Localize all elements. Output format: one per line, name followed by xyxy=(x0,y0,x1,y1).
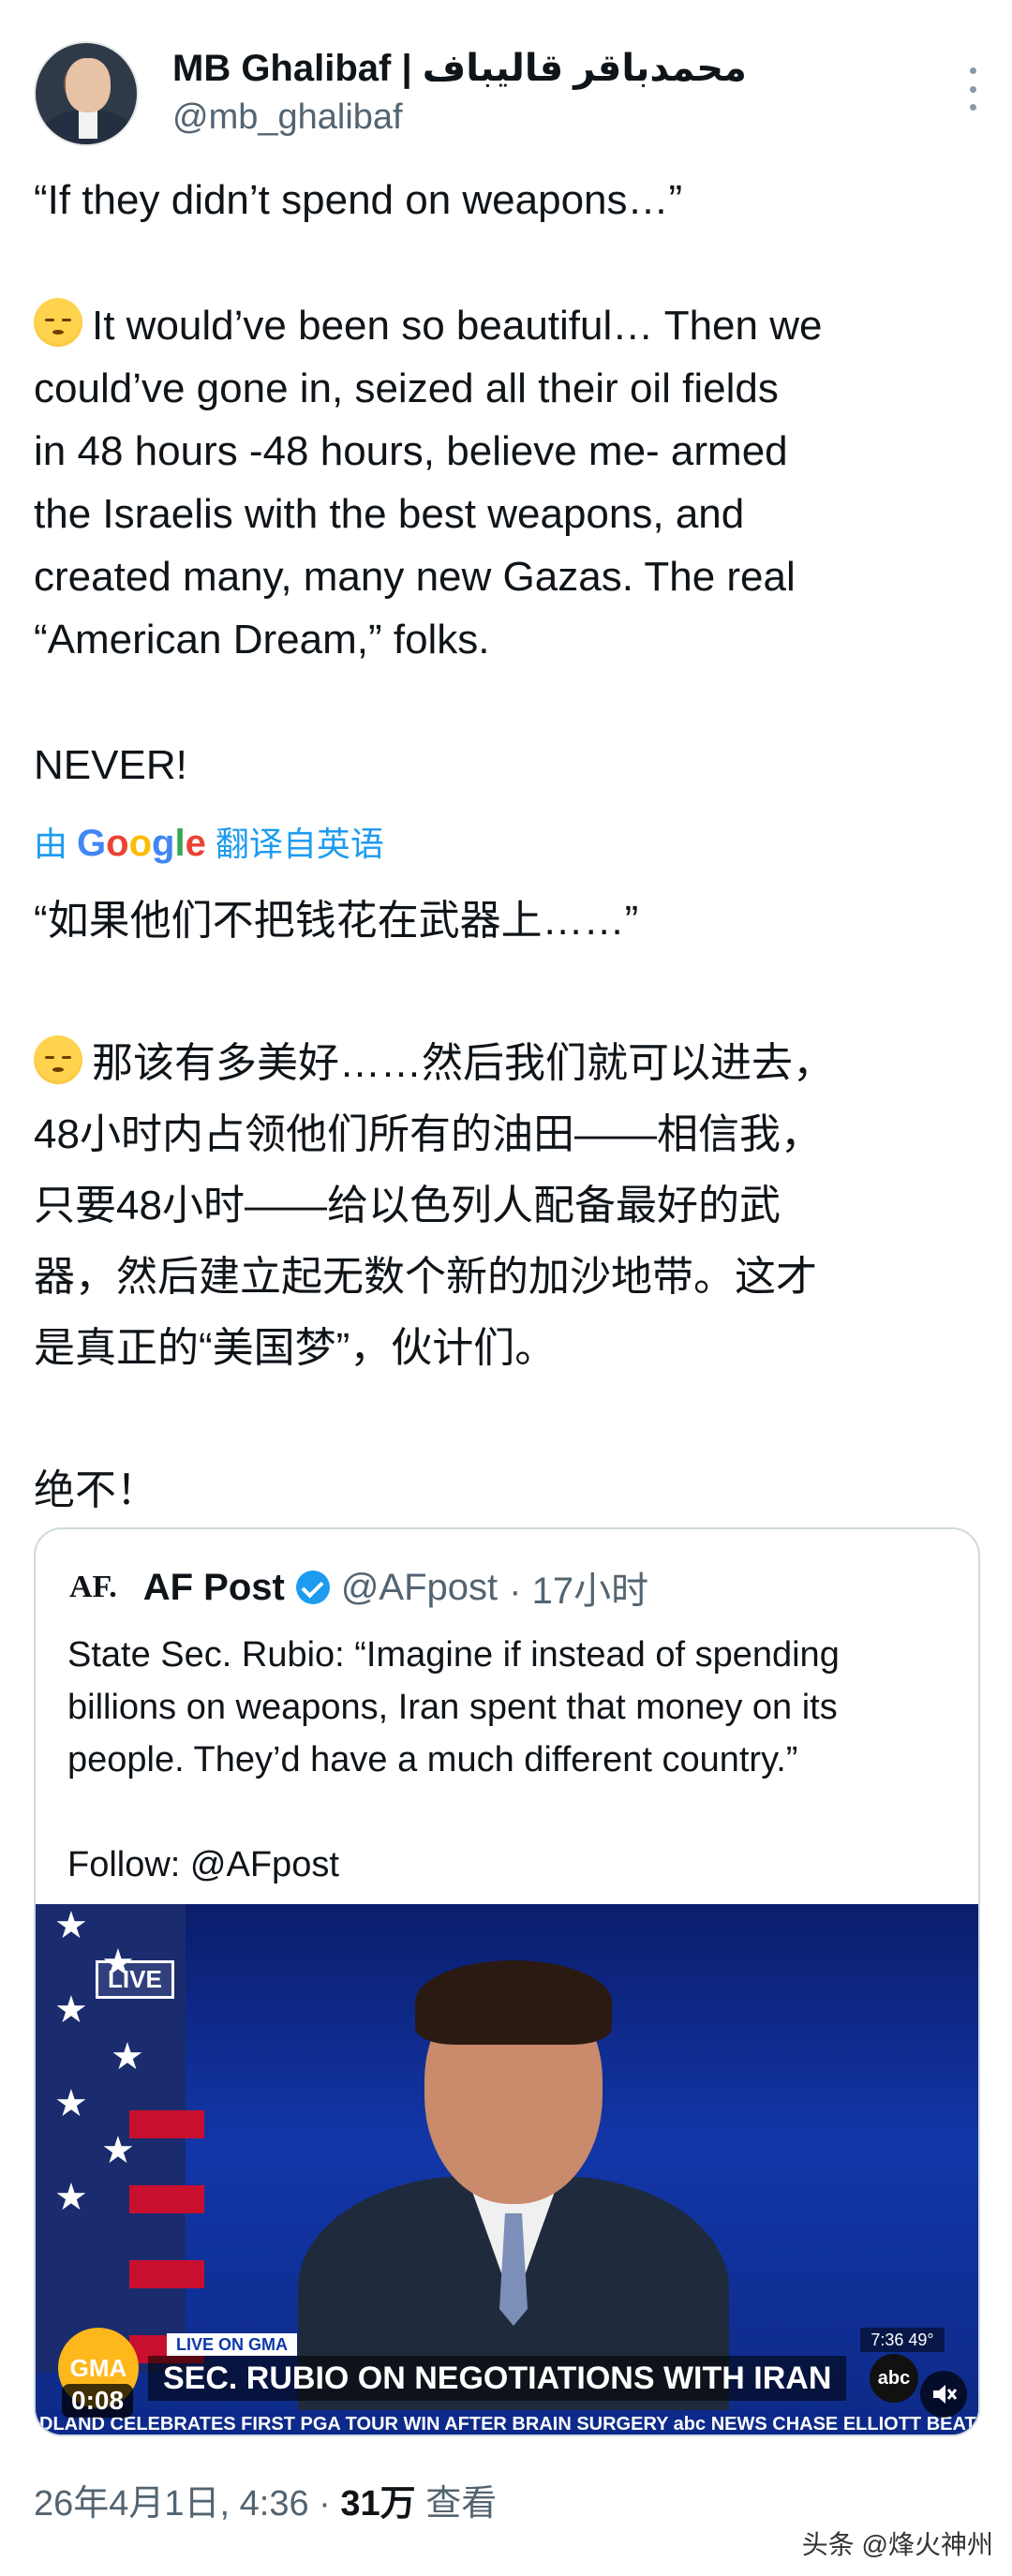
tweet-header: MB Ghalibaf | محمدباقر قالیباف @mb_ghali… xyxy=(34,34,980,165)
abc-logo: abc xyxy=(870,2354,918,2403)
live-badge: LIVE xyxy=(96,1960,174,1999)
tweet-line: “American Dream,” folks. xyxy=(34,617,490,663)
tweet-line: created many, many new Gazas. The real xyxy=(34,554,796,600)
speaker-muted-icon xyxy=(933,2385,958,2404)
news-ticker: DLAND CELEBRATES FIRST PGA TOUR WIN AFTE… xyxy=(36,2410,978,2435)
quoted-tweet-time: · 17小时 xyxy=(509,1571,649,1612)
author-avatar[interactable] xyxy=(34,41,139,146)
verified-badge-icon xyxy=(295,1571,330,1604)
tweet-line: It would’ve been so beautiful… Then we xyxy=(34,294,980,357)
quoted-line: State Sec. Rubio: “Imagine if instead of… xyxy=(67,1635,840,1675)
tweet-line: in 48 hours -48 hours, believe me- armed xyxy=(34,428,788,474)
quoted-line: people. They’d have a much different cou… xyxy=(67,1740,798,1779)
translated-text: “如果他们不把钱花在武器上……” 那该有多美好……然后我们就可以进去， 48小时… xyxy=(34,886,980,1526)
view-count: 31万 xyxy=(340,2484,416,2524)
translation-line: 器，然后建立起无数个新的加沙地带。这才 xyxy=(34,1254,817,1300)
author-handle[interactable]: @mb_ghalibaf xyxy=(172,97,403,138)
quoted-tweet-header: AF. AF Post @AFpost · 17小时 xyxy=(69,1561,648,1614)
quoted-tweet-text: State Sec. Rubio: “Imagine if instead of… xyxy=(67,1629,958,1891)
video-player[interactable]: ★ ★ ★ ★ ★ ★ ★ LIVE 7:36 49° GMA LIVE ON … xyxy=(36,1904,978,2435)
sleeping-face-emoji-icon xyxy=(34,298,82,347)
source-watermark: 头条 @烽火神州 xyxy=(801,2530,993,2559)
translated-by-google-link[interactable]: 由 Google 翻译自英语 xyxy=(34,817,384,866)
tweet-line: NEVER! xyxy=(34,742,187,788)
translation-line: 那该有多美好……然后我们就可以进去， xyxy=(34,1028,980,1099)
tweet-line: “If they didn’t spend on weapons…” xyxy=(34,177,683,223)
mute-button[interactable] xyxy=(920,2371,967,2418)
video-duration: 0:08 xyxy=(62,2384,134,2418)
sleeping-face-emoji-icon xyxy=(34,1035,82,1084)
translation-line: 只要48小时——给以色列人配备最好的武 xyxy=(34,1183,781,1228)
tweet-line: could’ve gone in, seized all their oil f… xyxy=(34,365,779,411)
quoted-line: Follow: @AFpost xyxy=(67,1845,339,1884)
news-headline: SEC. RUBIO ON NEGOTIATIONS WITH IRAN xyxy=(148,2356,847,2401)
translation-line: 48小时内占领他们所有的油田——相信我， xyxy=(34,1111,822,1157)
author-name[interactable]: MB Ghalibaf | محمدباقر قالیباف xyxy=(172,47,747,90)
tweet-text: “If they didn’t spend on weapons…” It wo… xyxy=(34,169,980,797)
news-lower-third: GMA LIVE ON GMA SEC. RUBIO ON NEGOTIATIO… xyxy=(36,2328,978,2410)
translation-line: “如果他们不把钱花在武器上……” xyxy=(34,898,639,944)
tweet-meta: 26年4月1日, 4:36 · 31万 查看 xyxy=(34,2474,497,2525)
more-options-icon[interactable] xyxy=(965,67,980,111)
tweet-line: the Israelis with the best weapons, and xyxy=(34,491,745,537)
quoted-tweet-card[interactable]: AF. AF Post @AFpost · 17小时 State Sec. Ru… xyxy=(34,1527,980,2436)
live-on-label: LIVE ON GMA xyxy=(167,2333,298,2356)
quoted-author-handle[interactable]: @AFpost xyxy=(341,1567,498,1609)
af-post-logo: AF. xyxy=(69,1570,117,1604)
translation-line: 绝不！ xyxy=(34,1467,157,1513)
translation-line: 是真正的“美国梦”，伙计们。 xyxy=(34,1325,557,1371)
view-label: 查看 xyxy=(425,2484,498,2524)
google-logo: Google xyxy=(77,823,206,864)
quoted-author-name[interactable]: AF Post xyxy=(143,1567,285,1609)
tweet-timestamp: 26年4月1日, 4:36 · xyxy=(34,2484,331,2524)
quoted-line: billions on weapons, Iran spent that mon… xyxy=(67,1688,838,1727)
